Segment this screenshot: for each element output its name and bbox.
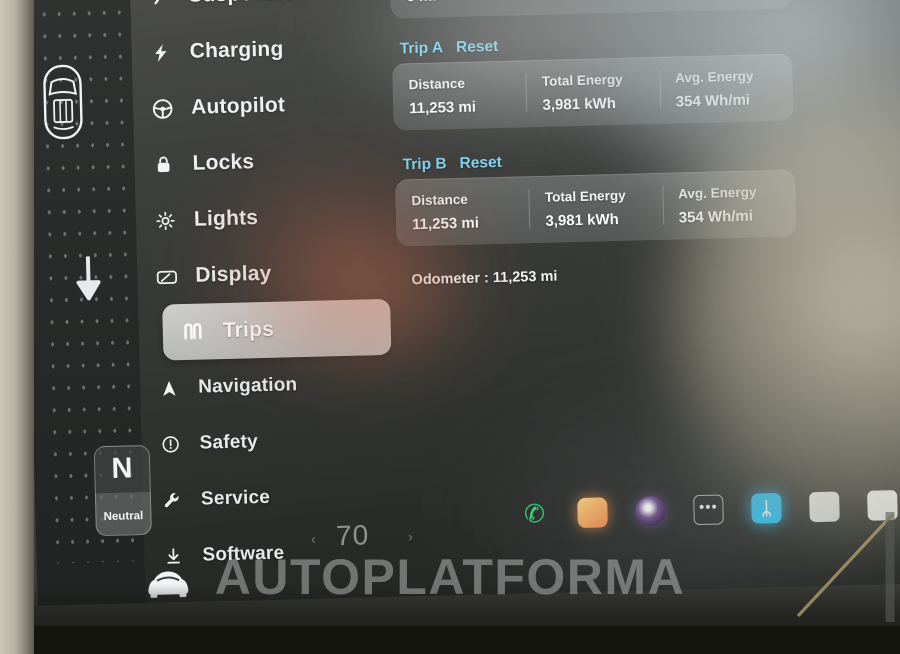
sidebar-item-label: Lights: [193, 206, 259, 231]
trips-content: Distance 6 mi Total Energy 2 kWh Avg. En…: [389, 0, 827, 289]
dashboard-bottom-edge: [34, 626, 900, 654]
current-trip-card: Distance 6 mi Total Energy 2 kWh Avg. En…: [389, 0, 791, 19]
dashboard-left-edge: [0, 0, 34, 654]
app-tile-icon[interactable]: [809, 491, 840, 523]
sidebar-item-label: Software: [202, 542, 285, 566]
navigation-arrow-icon: [154, 373, 185, 404]
more-apps-icon[interactable]: •••: [693, 494, 724, 526]
trip-a-title: Trip A: [399, 39, 444, 58]
cell-value: 2 kWh: [539, 0, 647, 2]
car-top-view-icon: [40, 62, 86, 141]
trip-b-reset-button[interactable]: Reset: [459, 154, 502, 173]
sidebar-item-trips[interactable]: Trips: [162, 298, 392, 361]
trips-icon: [178, 316, 209, 347]
cell-value: 11,253 mi: [409, 98, 477, 118]
bolt-icon: [145, 37, 176, 68]
cell-value: 11,253 mi: [411, 214, 480, 234]
lock-icon: [148, 149, 179, 180]
sidebar-item-autopilot[interactable]: Autopilot: [128, 75, 397, 138]
cell-label: Avg. Energy: [677, 184, 757, 202]
sidebar-item-label: Navigation: [197, 374, 298, 398]
sidebar-item-navigation[interactable]: Navigation: [136, 354, 405, 417]
cell-label: Total Energy: [541, 71, 623, 89]
cell-value: 3,981 kWh: [542, 95, 617, 114]
sidebar-item-label: Autopilot: [190, 93, 286, 119]
down-arrow-icon: [75, 254, 104, 301]
cell-value: 6 mi: [406, 0, 514, 5]
cell-label: Total Energy: [544, 187, 626, 205]
sidebar-item-label: Charging: [189, 37, 284, 63]
steering-wheel-icon: [147, 93, 178, 124]
sidebar-item-label: Display: [195, 261, 272, 287]
cell-label: Distance: [411, 191, 469, 209]
sidebar-item-lights[interactable]: Lights: [131, 187, 400, 250]
cell-value: 3,981 kWh: [545, 210, 620, 230]
sun-icon: [150, 205, 181, 236]
trip-b-distance-cell: Distance 11,253 mi: [395, 187, 529, 233]
exclamation-circle-icon: [155, 429, 186, 460]
sidebar-item-display[interactable]: Display: [133, 243, 402, 306]
cell-value: 354 Wh/mi: [675, 91, 751, 111]
trip-a-avg-energy-cell: Avg. Energy 354 Wh/mi: [659, 65, 793, 111]
app-tile-icon[interactable]: [867, 490, 898, 521]
sidebar-item-label: Safety: [199, 431, 259, 454]
display-icon: [151, 261, 182, 292]
cell-label: Avg. Energy: [675, 68, 754, 86]
trip-a-distance-cell: Distance 11,253 mi: [392, 71, 526, 117]
media-app-icon[interactable]: [577, 497, 608, 529]
suspension-icon: [144, 0, 175, 12]
sidebar-item-charging[interactable]: Charging: [127, 19, 396, 82]
trip-b-total-energy-cell: Total Energy 3,981 kWh: [529, 184, 663, 230]
trip-b-card: Distance 11,253 mi Total Energy 3,981 kW…: [395, 169, 797, 247]
download-icon: [158, 541, 189, 572]
trip-a-reset-button[interactable]: Reset: [456, 38, 499, 57]
tesla-touchscreen: N Neutral Charging Autopilot Locks Light…: [22, 0, 900, 606]
sidebar-item-label: Suspension: [188, 0, 310, 8]
current-total-energy-cell: Total Energy 2 kWh: [523, 0, 657, 2]
trip-a-total-energy-cell: Total Energy 3,981 kWh: [526, 68, 660, 114]
cell-value: 354 Wh/mi: [678, 207, 754, 227]
camera-lens-icon[interactable]: [635, 495, 666, 527]
trip-b-avg-energy-cell: Avg. Energy 354 Wh/mi: [662, 180, 796, 226]
sidebar-item-label: Trips: [222, 317, 275, 343]
odometer-readout: Odometer : 11,253 mi: [411, 268, 558, 289]
vehicle-status-rail: N Neutral: [22, 0, 189, 606]
sidebar-item-label: Locks: [192, 150, 255, 175]
photo-frame: N Neutral Charging Autopilot Locks Light…: [0, 0, 900, 654]
sidebar-item-locks[interactable]: Locks: [130, 131, 399, 194]
bluetooth-icon[interactable]: ᛦ: [751, 492, 782, 524]
cell-label: Distance: [408, 75, 466, 93]
current-distance-cell: Distance 6 mi: [390, 0, 524, 6]
trip-b-title: Trip B: [402, 155, 447, 174]
sidebar-item-safety[interactable]: Safety: [137, 410, 406, 473]
trip-a-card: Distance 11,253 mi Total Energy 3,981 kW…: [392, 53, 794, 131]
phone-icon[interactable]: ✆: [519, 499, 550, 530]
